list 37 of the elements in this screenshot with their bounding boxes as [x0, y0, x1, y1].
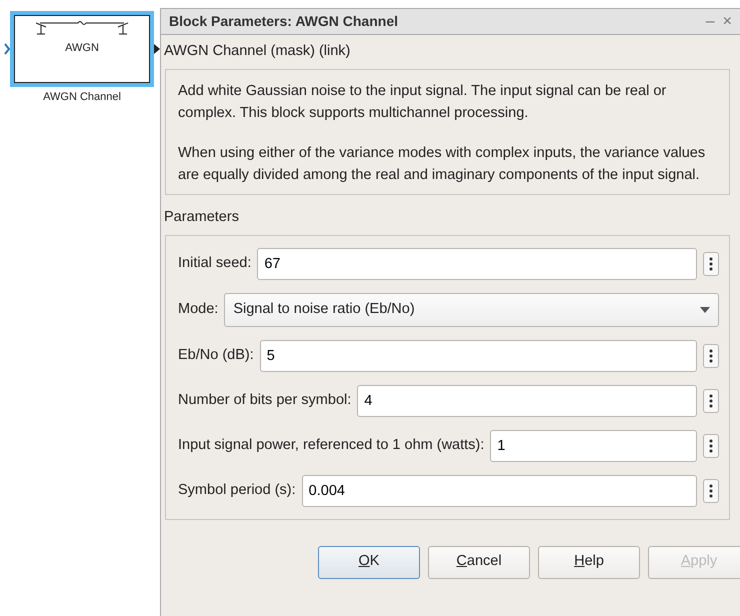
description-text: Add white Gaussian noise to the input signal. The input signal can be real or complex. This block supports multichannel processing. [178, 82, 668, 123]
minimize-button[interactable]: – [706, 10, 715, 34]
more-icon [709, 394, 713, 408]
more-icon [709, 484, 713, 498]
parameter-label: Input signal power, referenced to 1 ohm (watts): [178, 436, 484, 455]
channel-icon [34, 21, 130, 37]
description-text: When using either of the variance modes with complex inputs, the variance values are equally divided among the real and imaginary components of the input signal. [178, 144, 706, 185]
more-icon [709, 438, 713, 452]
caret-icon [700, 306, 710, 312]
more-icon [709, 256, 713, 270]
parameter-field[interactable]: 5 [260, 340, 697, 372]
parameters-heading: Parameters [164, 208, 240, 227]
parameter-label: Mode: [178, 300, 218, 319]
parameter-label: Symbol period (s): [178, 480, 296, 500]
block-label: AWGN [65, 41, 99, 56]
parameter-label: Number of bits per symbol: [178, 390, 352, 410]
options-button[interactable] [703, 388, 719, 412]
block-caption: AWGN Channel [42, 90, 122, 104]
mode-dropdown[interactable]: Signal to noise ratio (Eb/No) [224, 292, 719, 326]
parameter-field[interactable]: 67 [257, 248, 697, 280]
options-button[interactable] [703, 478, 719, 502]
more-icon [709, 348, 713, 362]
dialog-button[interactable]: Cancel [428, 546, 530, 578]
parameter-field[interactable]: 0.004 [302, 474, 697, 506]
dialog-button[interactable]: Help [538, 546, 640, 578]
awgn-block[interactable]: AWGN [10, 11, 154, 87]
parameter-label: Initial seed: [178, 254, 252, 273]
parameter-field[interactable]: 1 [490, 430, 697, 462]
parameter-label: Eb/No (dB): [178, 346, 254, 365]
input-port-icon [4, 43, 10, 55]
mask-subtitle: AWGN Channel (mask) (link) [163, 42, 352, 61]
options-button[interactable] [703, 434, 719, 458]
dialog-button[interactable]: OK [318, 546, 420, 578]
window-title: Block Parameters: AWGN Channel [169, 12, 398, 31]
options-button[interactable] [703, 252, 719, 276]
options-button[interactable] [703, 344, 719, 368]
parameter-field[interactable]: 4 [357, 384, 697, 416]
